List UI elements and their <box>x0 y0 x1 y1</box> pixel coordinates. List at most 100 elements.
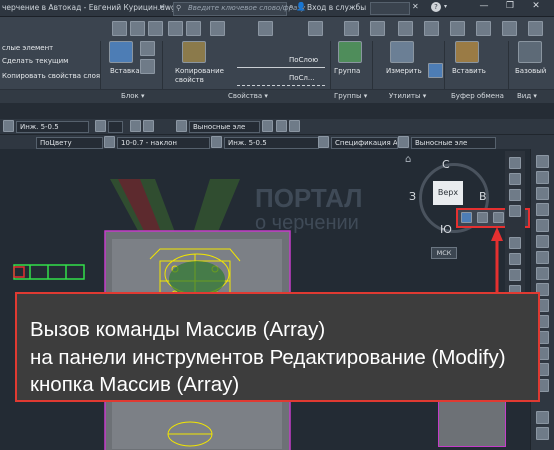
block-small-icon-2[interactable] <box>140 59 155 74</box>
base-view-icon[interactable] <box>518 41 542 63</box>
scale-icon[interactable] <box>536 251 549 264</box>
panel-groups[interactable]: Группы ▾ <box>334 92 367 100</box>
restore-button[interactable]: ❐ <box>500 1 520 15</box>
block-create-icon[interactable] <box>112 21 127 36</box>
line-icon[interactable] <box>509 157 521 169</box>
layer-item-0[interactable]: слые элемент <box>2 44 53 52</box>
mirror-icon[interactable] <box>536 187 549 200</box>
text-style-combo-2[interactable]: Инж. 5-0.5 <box>224 137 319 149</box>
paste-icon[interactable] <box>455 41 479 63</box>
mleader-style-icon[interactable] <box>176 120 187 132</box>
attribute-icon[interactable] <box>148 21 163 36</box>
table-style-combo[interactable]: Спецификация А <box>331 137 398 149</box>
copy-clip-icon[interactable] <box>424 21 439 36</box>
green-part[interactable] <box>13 264 85 280</box>
panel-view[interactable]: Вид ▾ <box>517 92 537 100</box>
mleader-style-icon-2[interactable] <box>398 136 409 148</box>
panel-utilities[interactable]: Утилиты ▾ <box>389 92 426 100</box>
table-style-icon[interactable] <box>104 136 115 148</box>
match-properties-icon[interactable] <box>182 41 206 63</box>
block-small-icon-1[interactable] <box>140 41 155 56</box>
panel-block[interactable]: Блок ▾ <box>121 92 145 100</box>
mleader-icon-1[interactable] <box>262 120 273 132</box>
block-edit-icon[interactable] <box>130 21 145 36</box>
viewcube-face[interactable]: Верх <box>433 181 463 205</box>
linetype-icon[interactable] <box>258 21 273 36</box>
dim-style-icon[interactable] <box>95 120 106 132</box>
nav-icon[interactable]: ▸ <box>160 2 164 11</box>
search-go-icon[interactable]: ⌕ <box>289 2 293 12</box>
erase-icon[interactable] <box>536 155 549 168</box>
mleader-style-combo[interactable]: Выносные эле <box>189 121 260 133</box>
linetype-combo[interactable]: ПоСл... <box>237 74 325 86</box>
paste-button[interactable]: Вставить <box>452 67 486 75</box>
navigate-icon[interactable] <box>528 21 543 36</box>
view-icon[interactable] <box>476 21 491 36</box>
mleader-icon-2[interactable] <box>276 120 287 132</box>
polyline-icon[interactable] <box>509 173 521 185</box>
layer-item-2[interactable]: Копировать свойства слоя <box>2 72 100 80</box>
app-store-box[interactable] <box>370 2 410 15</box>
exchange-icon[interactable]: ✕ <box>412 2 419 11</box>
quick-select-icon[interactable] <box>370 21 385 36</box>
ucs-icon[interactable] <box>502 21 517 36</box>
panel-clipboard[interactable]: Буфер обмена <box>451 92 504 100</box>
table-icon[interactable] <box>318 136 329 148</box>
group-edit-icon[interactable] <box>308 21 323 36</box>
match-icon[interactable] <box>168 21 183 36</box>
polygon-icon[interactable] <box>509 189 521 201</box>
insert-block-icon[interactable] <box>109 41 133 63</box>
user-icon[interactable]: 👤 <box>296 2 306 11</box>
circle-icon[interactable] <box>509 237 521 249</box>
id-point-icon[interactable] <box>398 21 413 36</box>
mleader-icon-3[interactable] <box>289 120 300 132</box>
array-path-icon[interactable] <box>477 212 488 223</box>
viewcube-west[interactable]: З <box>409 190 416 203</box>
color-icon[interactable] <box>210 21 225 36</box>
help-button[interactable]: ? <box>431 2 441 12</box>
signin-link[interactable]: Вход в службы <box>307 3 366 12</box>
rectangle-icon[interactable] <box>509 205 521 217</box>
close-button[interactable]: ✕ <box>526 1 546 15</box>
viewcube-east[interactable]: В <box>479 190 487 203</box>
color-combo[interactable]: ПоЦвету <box>36 137 103 149</box>
dim-icon-3[interactable] <box>143 120 154 132</box>
calculator-icon[interactable] <box>428 63 443 78</box>
home-icon[interactable]: ⌂ <box>405 154 411 165</box>
array-polar-icon[interactable] <box>493 212 504 223</box>
text-style-icon-2[interactable] <box>211 136 222 148</box>
measure-button[interactable]: Измерить <box>386 67 422 75</box>
layer-item-1[interactable]: Сделать текущим <box>2 57 68 65</box>
help-dropdown-icon[interactable]: ▾ <box>444 3 447 10</box>
offset-icon[interactable] <box>536 203 549 216</box>
lineweight-combo[interactable]: ПоСлою <box>237 56 325 68</box>
viewcube-south[interactable]: Ю <box>440 223 452 236</box>
lineweight-icon[interactable] <box>186 21 201 36</box>
search-input[interactable]: ⚲ Введите ключевое слово/фразу <box>173 2 305 16</box>
mleader-style-combo-2[interactable]: Выносные эле <box>411 137 496 149</box>
panel-properties[interactable]: Свойства ▾ <box>228 92 268 100</box>
spline-icon[interactable] <box>509 253 521 265</box>
layer-props-icon[interactable] <box>536 427 549 440</box>
stretch-icon[interactable] <box>536 267 549 280</box>
text-style-combo[interactable]: Инж. 5-0.5 <box>16 121 89 133</box>
dim-style-combo[interactable] <box>108 121 123 133</box>
wcs-menu[interactable]: МСК <box>431 247 457 259</box>
copy-icon[interactable] <box>536 171 549 184</box>
base-button[interactable]: Базовый <box>515 67 546 75</box>
viewcube-north[interactable]: С <box>442 158 450 171</box>
text-style-icon[interactable] <box>3 120 14 132</box>
minimize-button[interactable]: — <box>474 1 494 15</box>
copy-properties-button[interactable]: Копирование свойств <box>175 67 230 85</box>
calc-icon[interactable] <box>344 21 359 36</box>
measure-icon[interactable] <box>390 41 414 63</box>
properties-icon[interactable] <box>536 411 549 424</box>
linetype-style-combo[interactable]: 10-0.7 - наклон <box>117 137 210 149</box>
group-icon[interactable] <box>338 41 362 63</box>
cut-icon[interactable] <box>450 21 465 36</box>
insert-button[interactable]: Вставка <box>110 67 140 75</box>
move-icon[interactable] <box>536 219 549 232</box>
rotate-icon[interactable] <box>536 235 549 248</box>
array-rect-icon[interactable] <box>461 212 472 223</box>
ellipse-icon[interactable] <box>509 269 521 281</box>
